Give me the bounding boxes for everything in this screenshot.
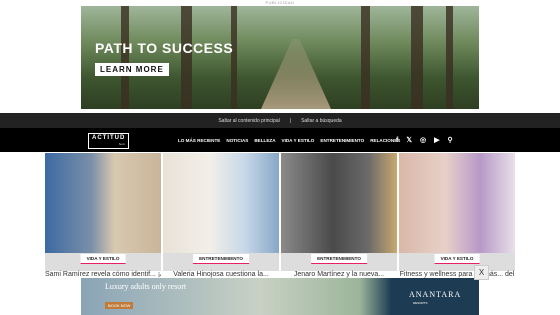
main-navigation: ACTITUD fem LO MÁS RECIENTE NOTICIAS BEL… (0, 128, 560, 152)
nav-item-entretenimiento[interactable]: ENTRETENIMIENTO (320, 138, 364, 143)
category-badge[interactable]: VIDA Y ESTILO (80, 254, 126, 264)
tree-trunk (361, 6, 370, 109)
youtube-icon[interactable]: ▶ (434, 137, 439, 144)
category-badge[interactable]: ENTRETENIMIENTO (311, 254, 367, 264)
search-icon[interactable]: ⚲ (447, 137, 452, 144)
site-logo[interactable]: ACTITUD fem (88, 133, 130, 149)
nav-item-lo-mas-reciente[interactable]: LO MÁS RECIENTE (178, 138, 220, 143)
x-twitter-icon[interactable]: 𝕏 (406, 137, 412, 144)
skip-separator: | (289, 117, 292, 124)
forest-path (261, 39, 331, 109)
instagram-icon[interactable]: ◎ (420, 137, 426, 144)
ad-text: Luxury adults only resort (105, 282, 187, 291)
article-card[interactable]: ENTRETENIMIENTO (281, 153, 397, 271)
featured-cards: VIDA Y ESTILO ENTRETENIMIENTO ENTRETENIM… (45, 153, 515, 271)
book-now-button[interactable]: BOOK NOW (105, 302, 134, 309)
nav-item-noticias[interactable]: NOTICIAS (226, 138, 248, 143)
category-badge[interactable]: VIDA Y ESTILO (434, 254, 480, 264)
ad-headline: PATH TO SUCCESS (95, 40, 234, 56)
nav-menu: LO MÁS RECIENTE NOTICIAS BELLEZA VIDA Y … (178, 128, 400, 152)
article-card[interactable]: VIDA Y ESTILO (399, 153, 515, 271)
tree-trunk (231, 6, 237, 109)
tree-trunk (181, 6, 192, 109)
article-image (45, 153, 161, 253)
nav-item-vida-y-estilo[interactable]: VIDA Y ESTILO (282, 138, 315, 143)
skip-to-content-link[interactable]: Saltar al contenido principal (218, 118, 279, 124)
ad-brand-sub: RESORTS (413, 301, 428, 305)
ad-brand: ANANTARA (409, 290, 462, 299)
social-icons: f 𝕏 ◎ ▶ ⚲ (396, 128, 453, 152)
skip-links-bar: Saltar al contenido principal | Saltar a… (0, 113, 560, 128)
article-image (399, 153, 515, 253)
tree-trunk (411, 6, 423, 109)
close-ad-button[interactable]: X (474, 265, 489, 280)
logo-subtext: fem (118, 142, 126, 146)
bottom-banner-ad[interactable]: Luxury adults only resort BOOK NOW ANANT… (81, 278, 479, 315)
skip-to-search-link[interactable]: Saltar a búsqueda (301, 118, 342, 124)
top-banner-ad[interactable]: PATH TO SUCCESS LEARN MORE (81, 6, 479, 109)
article-image (281, 153, 397, 253)
learn-more-button[interactable]: LEARN MORE (95, 63, 169, 76)
article-card[interactable]: ENTRETENIMIENTO (163, 153, 279, 271)
nav-item-belleza[interactable]: BELLEZA (254, 138, 275, 143)
category-badge[interactable]: ENTRETENIMIENTO (193, 254, 249, 264)
tree-trunk (446, 6, 453, 109)
tree-trunk (121, 6, 129, 109)
facebook-icon[interactable]: f (396, 137, 398, 144)
article-card[interactable]: VIDA Y ESTILO (45, 153, 161, 271)
article-image (163, 153, 279, 253)
